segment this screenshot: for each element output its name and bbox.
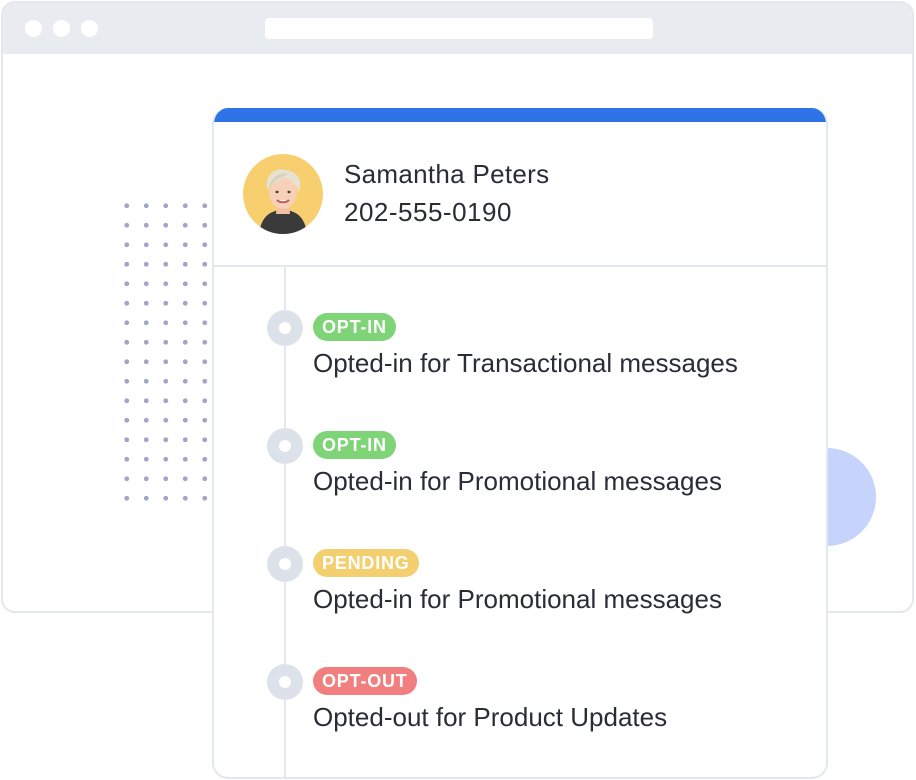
timeline-event: PENDING Opted-in for Promotional message… <box>214 546 826 626</box>
event-description: Opted-out for Product Updates <box>313 702 668 732</box>
contact-name: Samantha Peters <box>344 159 550 189</box>
browser-titlebar <box>3 3 912 54</box>
timeline-event: OPT-IN Opted-in for Promotional messages <box>214 428 826 508</box>
avatar <box>243 154 323 234</box>
contact-phone: 202-555-0190 <box>344 197 512 227</box>
card-accent-bar <box>214 108 826 122</box>
timeline-dot-icon <box>267 546 303 582</box>
status-badge: OPT-IN <box>313 431 396 459</box>
window-close-dot[interactable] <box>25 20 42 37</box>
timeline-event: OPT-IN Opted-in for Transactional messag… <box>214 310 826 390</box>
timeline-dot-icon <box>267 428 303 464</box>
user-photo-icon <box>259 169 307 234</box>
header-divider <box>214 265 826 267</box>
window-maximize-dot[interactable] <box>81 20 98 37</box>
status-badge: OPT-OUT <box>313 667 417 695</box>
decorative-dot-grid <box>120 196 220 502</box>
window-minimize-dot[interactable] <box>53 20 70 37</box>
status-badge: OPT-IN <box>313 313 396 341</box>
contact-card: Samantha Peters 202-555-0190 OPT-IN Opte… <box>212 108 828 779</box>
timeline-event: OPT-OUT Opted-out for Product Updates <box>214 664 826 744</box>
event-description: Opted-in for Promotional messages <box>313 584 722 614</box>
event-description: Opted-in for Transactional messages <box>313 348 738 378</box>
timeline-dot-icon <box>267 664 303 700</box>
address-bar[interactable] <box>265 18 653 39</box>
event-description: Opted-in for Promotional messages <box>313 466 722 496</box>
timeline-dot-icon <box>267 310 303 346</box>
status-badge: PENDING <box>313 549 419 577</box>
